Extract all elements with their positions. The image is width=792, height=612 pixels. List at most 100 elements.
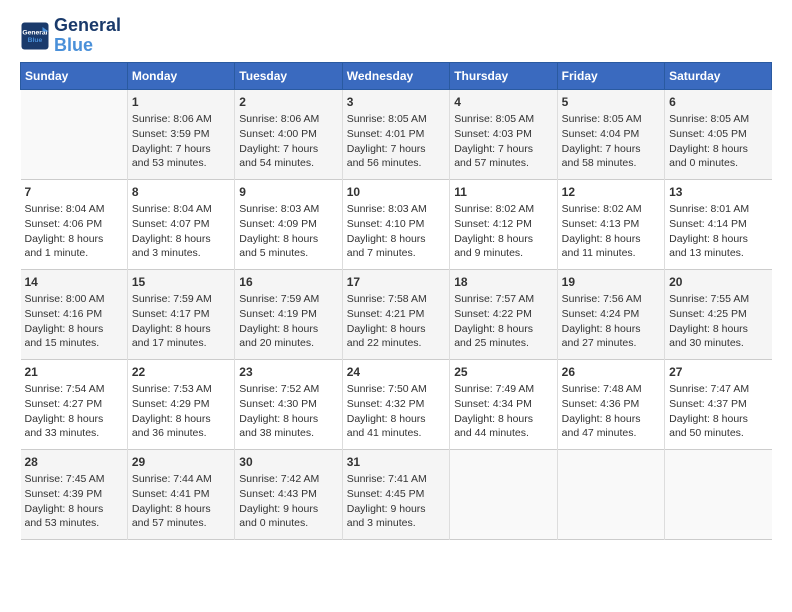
calendar-cell — [557, 449, 664, 539]
day-number: 1 — [132, 94, 230, 111]
calendar-table: SundayMondayTuesdayWednesdayThursdayFrid… — [20, 62, 772, 540]
calendar-cell: 13Sunrise: 8:01 AM Sunset: 4:14 PM Dayli… — [665, 179, 772, 269]
header-cell-thursday: Thursday — [450, 62, 557, 89]
day-number: 30 — [239, 454, 337, 471]
calendar-cell: 16Sunrise: 7:59 AM Sunset: 4:19 PM Dayli… — [235, 269, 342, 359]
day-info: Sunrise: 8:02 AM Sunset: 4:12 PM Dayligh… — [454, 202, 552, 261]
day-info: Sunrise: 7:55 AM Sunset: 4:25 PM Dayligh… — [669, 292, 767, 351]
calendar-cell: 6Sunrise: 8:05 AM Sunset: 4:05 PM Daylig… — [665, 89, 772, 179]
day-info: Sunrise: 7:45 AM Sunset: 4:39 PM Dayligh… — [25, 472, 123, 531]
logo: General Blue GeneralBlue — [20, 16, 121, 56]
calendar-cell — [21, 89, 128, 179]
day-info: Sunrise: 7:57 AM Sunset: 4:22 PM Dayligh… — [454, 292, 552, 351]
day-info: Sunrise: 8:06 AM Sunset: 3:59 PM Dayligh… — [132, 112, 230, 171]
day-info: Sunrise: 7:56 AM Sunset: 4:24 PM Dayligh… — [562, 292, 660, 351]
day-number: 24 — [347, 364, 445, 381]
day-info: Sunrise: 8:05 AM Sunset: 4:05 PM Dayligh… — [669, 112, 767, 171]
day-number: 2 — [239, 94, 337, 111]
header-cell-tuesday: Tuesday — [235, 62, 342, 89]
day-info: Sunrise: 7:49 AM Sunset: 4:34 PM Dayligh… — [454, 382, 552, 441]
day-number: 31 — [347, 454, 445, 471]
calendar-cell: 17Sunrise: 7:58 AM Sunset: 4:21 PM Dayli… — [342, 269, 449, 359]
calendar-cell: 5Sunrise: 8:05 AM Sunset: 4:04 PM Daylig… — [557, 89, 664, 179]
day-info: Sunrise: 7:41 AM Sunset: 4:45 PM Dayligh… — [347, 472, 445, 531]
calendar-cell: 28Sunrise: 7:45 AM Sunset: 4:39 PM Dayli… — [21, 449, 128, 539]
day-number: 13 — [669, 184, 767, 201]
day-number: 23 — [239, 364, 337, 381]
day-number: 27 — [669, 364, 767, 381]
calendar-cell: 7Sunrise: 8:04 AM Sunset: 4:06 PM Daylig… — [21, 179, 128, 269]
day-number: 18 — [454, 274, 552, 291]
day-number: 10 — [347, 184, 445, 201]
week-row-4: 21Sunrise: 7:54 AM Sunset: 4:27 PM Dayli… — [21, 359, 772, 449]
calendar-cell: 14Sunrise: 8:00 AM Sunset: 4:16 PM Dayli… — [21, 269, 128, 359]
header-cell-saturday: Saturday — [665, 62, 772, 89]
calendar-cell: 19Sunrise: 7:56 AM Sunset: 4:24 PM Dayli… — [557, 269, 664, 359]
calendar-cell: 12Sunrise: 8:02 AM Sunset: 4:13 PM Dayli… — [557, 179, 664, 269]
calendar-cell: 10Sunrise: 8:03 AM Sunset: 4:10 PM Dayli… — [342, 179, 449, 269]
calendar-cell: 11Sunrise: 8:02 AM Sunset: 4:12 PM Dayli… — [450, 179, 557, 269]
header-cell-sunday: Sunday — [21, 62, 128, 89]
day-info: Sunrise: 8:04 AM Sunset: 4:06 PM Dayligh… — [25, 202, 123, 261]
svg-text:Blue: Blue — [28, 37, 43, 44]
day-number: 6 — [669, 94, 767, 111]
day-number: 25 — [454, 364, 552, 381]
week-row-3: 14Sunrise: 8:00 AM Sunset: 4:16 PM Dayli… — [21, 269, 772, 359]
header-cell-wednesday: Wednesday — [342, 62, 449, 89]
calendar-cell: 20Sunrise: 7:55 AM Sunset: 4:25 PM Dayli… — [665, 269, 772, 359]
calendar-cell: 30Sunrise: 7:42 AM Sunset: 4:43 PM Dayli… — [235, 449, 342, 539]
day-number: 28 — [25, 454, 123, 471]
day-info: Sunrise: 8:02 AM Sunset: 4:13 PM Dayligh… — [562, 202, 660, 261]
logo-text: GeneralBlue — [54, 16, 121, 56]
day-info: Sunrise: 7:59 AM Sunset: 4:19 PM Dayligh… — [239, 292, 337, 351]
day-number: 17 — [347, 274, 445, 291]
day-info: Sunrise: 7:58 AM Sunset: 4:21 PM Dayligh… — [347, 292, 445, 351]
day-number: 8 — [132, 184, 230, 201]
calendar-cell — [450, 449, 557, 539]
day-number: 21 — [25, 364, 123, 381]
day-number: 4 — [454, 94, 552, 111]
day-info: Sunrise: 8:00 AM Sunset: 4:16 PM Dayligh… — [25, 292, 123, 351]
calendar-cell: 9Sunrise: 8:03 AM Sunset: 4:09 PM Daylig… — [235, 179, 342, 269]
day-info: Sunrise: 8:05 AM Sunset: 4:04 PM Dayligh… — [562, 112, 660, 171]
day-number: 16 — [239, 274, 337, 291]
calendar-cell: 21Sunrise: 7:54 AM Sunset: 4:27 PM Dayli… — [21, 359, 128, 449]
day-number: 26 — [562, 364, 660, 381]
day-info: Sunrise: 7:52 AM Sunset: 4:30 PM Dayligh… — [239, 382, 337, 441]
week-row-2: 7Sunrise: 8:04 AM Sunset: 4:06 PM Daylig… — [21, 179, 772, 269]
calendar-cell: 1Sunrise: 8:06 AM Sunset: 3:59 PM Daylig… — [127, 89, 234, 179]
day-info: Sunrise: 8:05 AM Sunset: 4:01 PM Dayligh… — [347, 112, 445, 171]
day-info: Sunrise: 7:54 AM Sunset: 4:27 PM Dayligh… — [25, 382, 123, 441]
day-number: 5 — [562, 94, 660, 111]
day-number: 11 — [454, 184, 552, 201]
calendar-cell: 25Sunrise: 7:49 AM Sunset: 4:34 PM Dayli… — [450, 359, 557, 449]
calendar-cell: 27Sunrise: 7:47 AM Sunset: 4:37 PM Dayli… — [665, 359, 772, 449]
calendar-cell: 2Sunrise: 8:06 AM Sunset: 4:00 PM Daylig… — [235, 89, 342, 179]
day-info: Sunrise: 7:59 AM Sunset: 4:17 PM Dayligh… — [132, 292, 230, 351]
day-info: Sunrise: 8:05 AM Sunset: 4:03 PM Dayligh… — [454, 112, 552, 171]
calendar-cell: 29Sunrise: 7:44 AM Sunset: 4:41 PM Dayli… — [127, 449, 234, 539]
day-number: 14 — [25, 274, 123, 291]
calendar-cell — [665, 449, 772, 539]
calendar-cell: 26Sunrise: 7:48 AM Sunset: 4:36 PM Dayli… — [557, 359, 664, 449]
day-info: Sunrise: 8:03 AM Sunset: 4:10 PM Dayligh… — [347, 202, 445, 261]
day-number: 19 — [562, 274, 660, 291]
day-number: 9 — [239, 184, 337, 201]
calendar-cell: 24Sunrise: 7:50 AM Sunset: 4:32 PM Dayli… — [342, 359, 449, 449]
day-info: Sunrise: 7:47 AM Sunset: 4:37 PM Dayligh… — [669, 382, 767, 441]
header-cell-monday: Monday — [127, 62, 234, 89]
calendar-cell: 4Sunrise: 8:05 AM Sunset: 4:03 PM Daylig… — [450, 89, 557, 179]
day-info: Sunrise: 7:48 AM Sunset: 4:36 PM Dayligh… — [562, 382, 660, 441]
week-row-5: 28Sunrise: 7:45 AM Sunset: 4:39 PM Dayli… — [21, 449, 772, 539]
day-info: Sunrise: 8:06 AM Sunset: 4:00 PM Dayligh… — [239, 112, 337, 171]
day-info: Sunrise: 7:44 AM Sunset: 4:41 PM Dayligh… — [132, 472, 230, 531]
day-info: Sunrise: 8:01 AM Sunset: 4:14 PM Dayligh… — [669, 202, 767, 261]
calendar-cell: 22Sunrise: 7:53 AM Sunset: 4:29 PM Dayli… — [127, 359, 234, 449]
calendar-cell: 23Sunrise: 7:52 AM Sunset: 4:30 PM Dayli… — [235, 359, 342, 449]
day-number: 7 — [25, 184, 123, 201]
calendar-cell: 15Sunrise: 7:59 AM Sunset: 4:17 PM Dayli… — [127, 269, 234, 359]
day-info: Sunrise: 8:04 AM Sunset: 4:07 PM Dayligh… — [132, 202, 230, 261]
day-number: 22 — [132, 364, 230, 381]
calendar-cell: 3Sunrise: 8:05 AM Sunset: 4:01 PM Daylig… — [342, 89, 449, 179]
header-row: SundayMondayTuesdayWednesdayThursdayFrid… — [21, 62, 772, 89]
